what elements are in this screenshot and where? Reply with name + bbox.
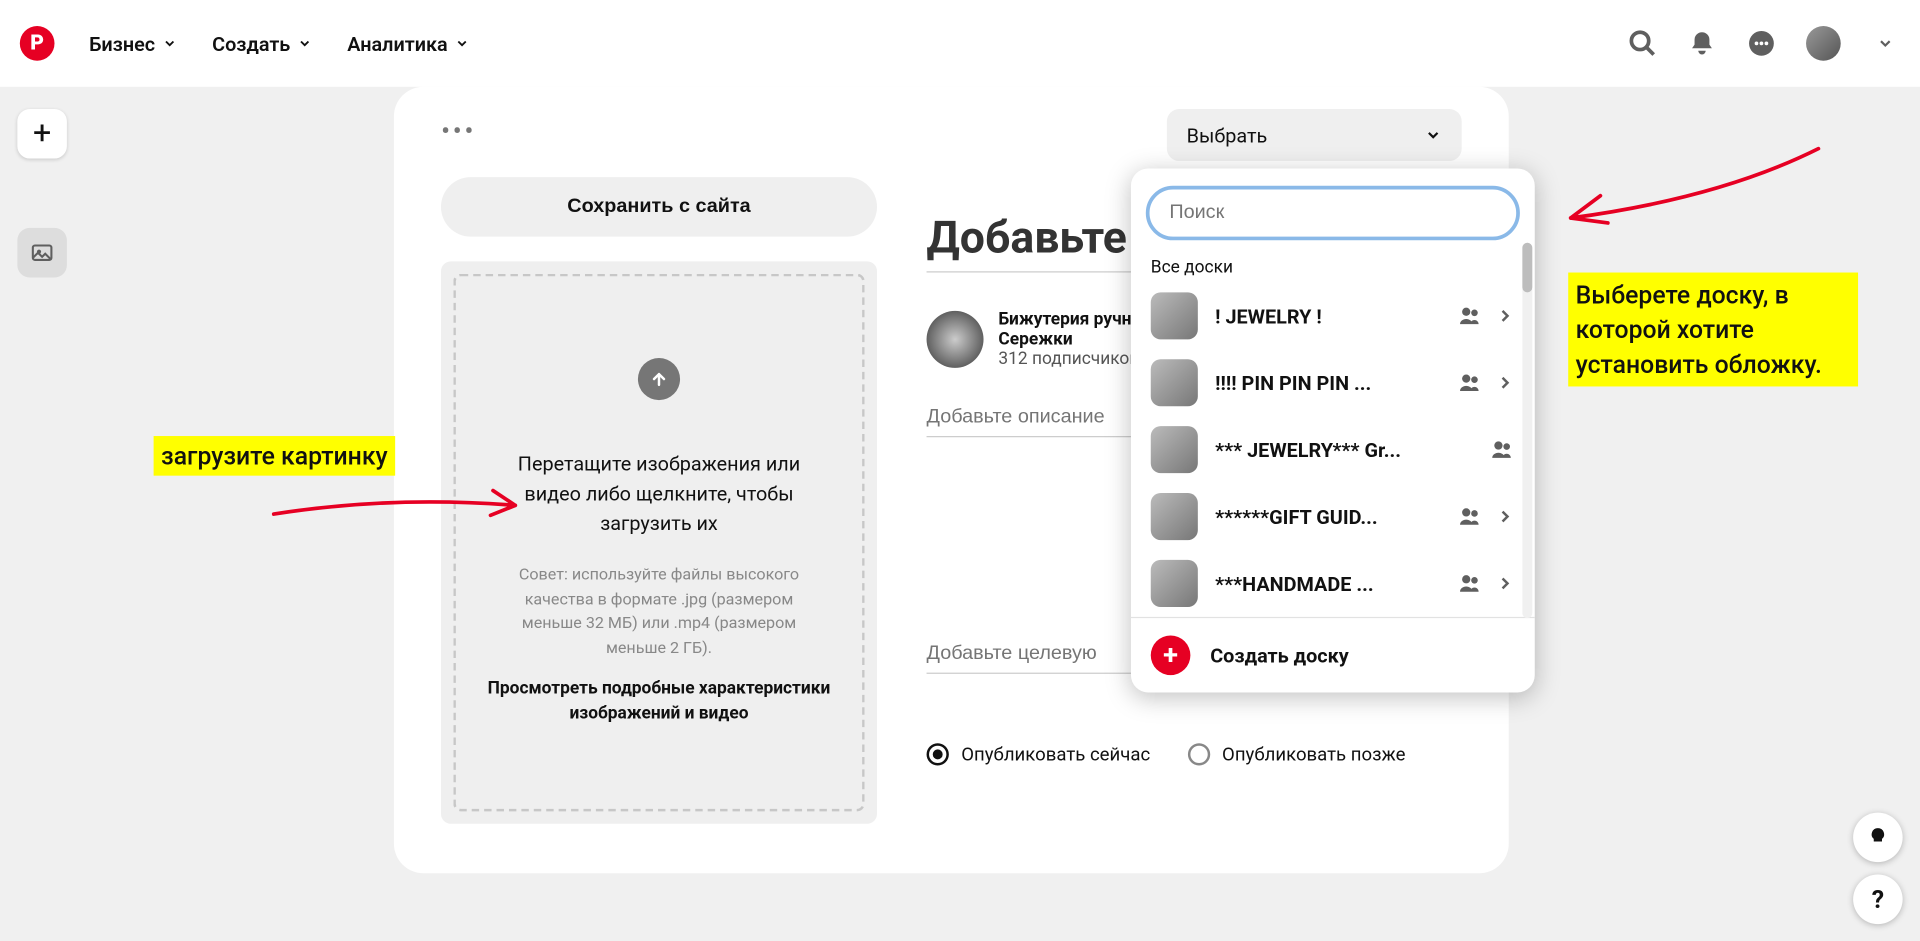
publish-later-option[interactable]: Опубликовать позже bbox=[1187, 743, 1405, 765]
people-icon bbox=[1458, 571, 1483, 596]
board-meta-icons bbox=[1458, 370, 1515, 395]
board-item[interactable]: ! JEWELRY ! bbox=[1131, 282, 1535, 349]
board-label: *** JEWELRY*** Gr... bbox=[1215, 438, 1473, 462]
board-thumb bbox=[1151, 493, 1198, 540]
board-meta-icons bbox=[1458, 571, 1515, 596]
publish-options-row: Опубликовать сейчас Опубликовать позже bbox=[927, 743, 1462, 765]
radio-checked-icon bbox=[927, 743, 949, 765]
nav-create-label: Создать bbox=[212, 32, 290, 56]
dropzone-specs-link[interactable]: Просмотреть подробные характеристики изо… bbox=[486, 678, 833, 727]
board-item[interactable]: !!!! PIN PIN PIN ... bbox=[1131, 349, 1535, 416]
board-select-button[interactable]: Выбрать bbox=[1167, 109, 1462, 161]
board-item[interactable]: *** JEWELRY*** Gr... bbox=[1131, 416, 1535, 483]
board-label: !!!! PIN PIN PIN ... bbox=[1215, 371, 1440, 395]
chevron-right-icon bbox=[1495, 306, 1515, 326]
upload-dropzone-inner: Перетащите изображения или видео либо ще… bbox=[453, 274, 864, 812]
board-thumb bbox=[1151, 359, 1198, 406]
save-from-site-button[interactable]: Сохранить с сайта bbox=[441, 177, 877, 236]
chevron-right-icon bbox=[1495, 373, 1515, 393]
board-item[interactable]: ******GIFT GUID... bbox=[1131, 483, 1535, 550]
dropdown-search-wrap bbox=[1131, 168, 1535, 250]
board-meta-icons bbox=[1458, 303, 1515, 328]
dropdown-heading: Все доски bbox=[1131, 250, 1535, 282]
account-menu-chevron-icon[interactable] bbox=[1870, 28, 1900, 58]
left-rail: + bbox=[17, 109, 67, 277]
chevron-right-icon bbox=[1495, 574, 1515, 594]
annotation-upload: загрузите картинку bbox=[154, 436, 395, 476]
chevron-down-icon bbox=[455, 36, 470, 51]
dropzone-main-text: Перетащите изображения или видео либо ще… bbox=[510, 450, 807, 539]
people-icon bbox=[1458, 504, 1483, 529]
board-meta-icons bbox=[1458, 504, 1515, 529]
add-pin-button[interactable]: + bbox=[17, 109, 67, 159]
upload-arrow-icon bbox=[638, 358, 680, 400]
board-meta-icons bbox=[1490, 437, 1515, 462]
people-icon bbox=[1490, 437, 1515, 462]
board-search-input[interactable] bbox=[1146, 186, 1520, 241]
avatar[interactable] bbox=[1806, 26, 1841, 61]
pinterest-logo[interactable]: P bbox=[20, 26, 55, 61]
profile-avatar bbox=[927, 311, 984, 368]
nav-create[interactable]: Создать bbox=[212, 32, 312, 56]
board-thumb bbox=[1151, 292, 1198, 339]
annotation-select-board: Выберете доску, в которой хотите установ… bbox=[1568, 273, 1858, 387]
annotation-arrow-right bbox=[1534, 136, 1831, 240]
board-label: ******GIFT GUID... bbox=[1215, 505, 1440, 529]
ideas-button[interactable] bbox=[1853, 813, 1903, 863]
publish-now-option[interactable]: Опубликовать сейчас bbox=[927, 743, 1151, 765]
publish-now-label: Опубликовать сейчас bbox=[961, 743, 1150, 765]
board-thumb bbox=[1151, 560, 1198, 607]
plus-icon: + bbox=[1151, 635, 1191, 675]
board-list[interactable]: ! JEWELRY ! !!!! PIN PIN PIN ... *** JEWEL… bbox=[1131, 282, 1535, 616]
radio-unchecked-icon bbox=[1187, 743, 1209, 765]
chevron-right-icon bbox=[1495, 507, 1515, 527]
dropdown-scroll-thumb[interactable] bbox=[1522, 243, 1532, 293]
create-board-button[interactable]: + Создать доску bbox=[1131, 617, 1535, 693]
header: P Бизнес Создать Аналитика bbox=[0, 0, 1920, 87]
board-item[interactable]: ***HANDMADE ... bbox=[1131, 550, 1535, 617]
chevron-down-icon bbox=[298, 36, 313, 51]
dropdown-scrollbar[interactable] bbox=[1522, 243, 1532, 618]
help-button[interactable]: ? bbox=[1853, 875, 1903, 925]
nav-business[interactable]: Бизнес bbox=[89, 32, 177, 56]
board-label: ***HANDMADE ... bbox=[1215, 572, 1440, 596]
upload-dropzone[interactable]: Перетащите изображения или видео либо ще… bbox=[441, 261, 877, 823]
nav-analytics[interactable]: Аналитика bbox=[347, 32, 470, 56]
people-icon bbox=[1458, 303, 1483, 328]
board-label: ! JEWELRY ! bbox=[1215, 304, 1440, 328]
board-thumb bbox=[1151, 426, 1198, 473]
create-board-label: Создать доску bbox=[1210, 644, 1349, 668]
rail-image-icon[interactable] bbox=[17, 228, 67, 278]
publish-later-label: Опубликовать позже bbox=[1222, 743, 1405, 765]
board-dropdown: Все доски ! JEWELRY ! !!!! PIN PIN PIN ..… bbox=[1131, 168, 1535, 692]
bell-icon[interactable] bbox=[1687, 28, 1717, 58]
board-select-label: Выбрать bbox=[1187, 123, 1268, 147]
chevron-down-icon bbox=[163, 36, 178, 51]
annotation-arrow-left bbox=[268, 483, 541, 538]
search-icon[interactable] bbox=[1628, 28, 1658, 58]
header-right bbox=[1628, 26, 1901, 61]
chevron-down-icon bbox=[1425, 126, 1442, 143]
content: + ••• Выбрать Сохранить с сайта bbox=[0, 87, 1920, 941]
nav-business-label: Бизнес bbox=[89, 32, 155, 56]
people-icon bbox=[1458, 370, 1483, 395]
chat-icon[interactable] bbox=[1747, 28, 1777, 58]
dropzone-hint-text: Совет: используйте файлы высокого качест… bbox=[498, 564, 820, 661]
header-left: P Бизнес Создать Аналитика bbox=[20, 26, 470, 61]
help-stack: ? bbox=[1853, 813, 1903, 924]
nav-analytics-label: Аналитика bbox=[347, 32, 447, 56]
